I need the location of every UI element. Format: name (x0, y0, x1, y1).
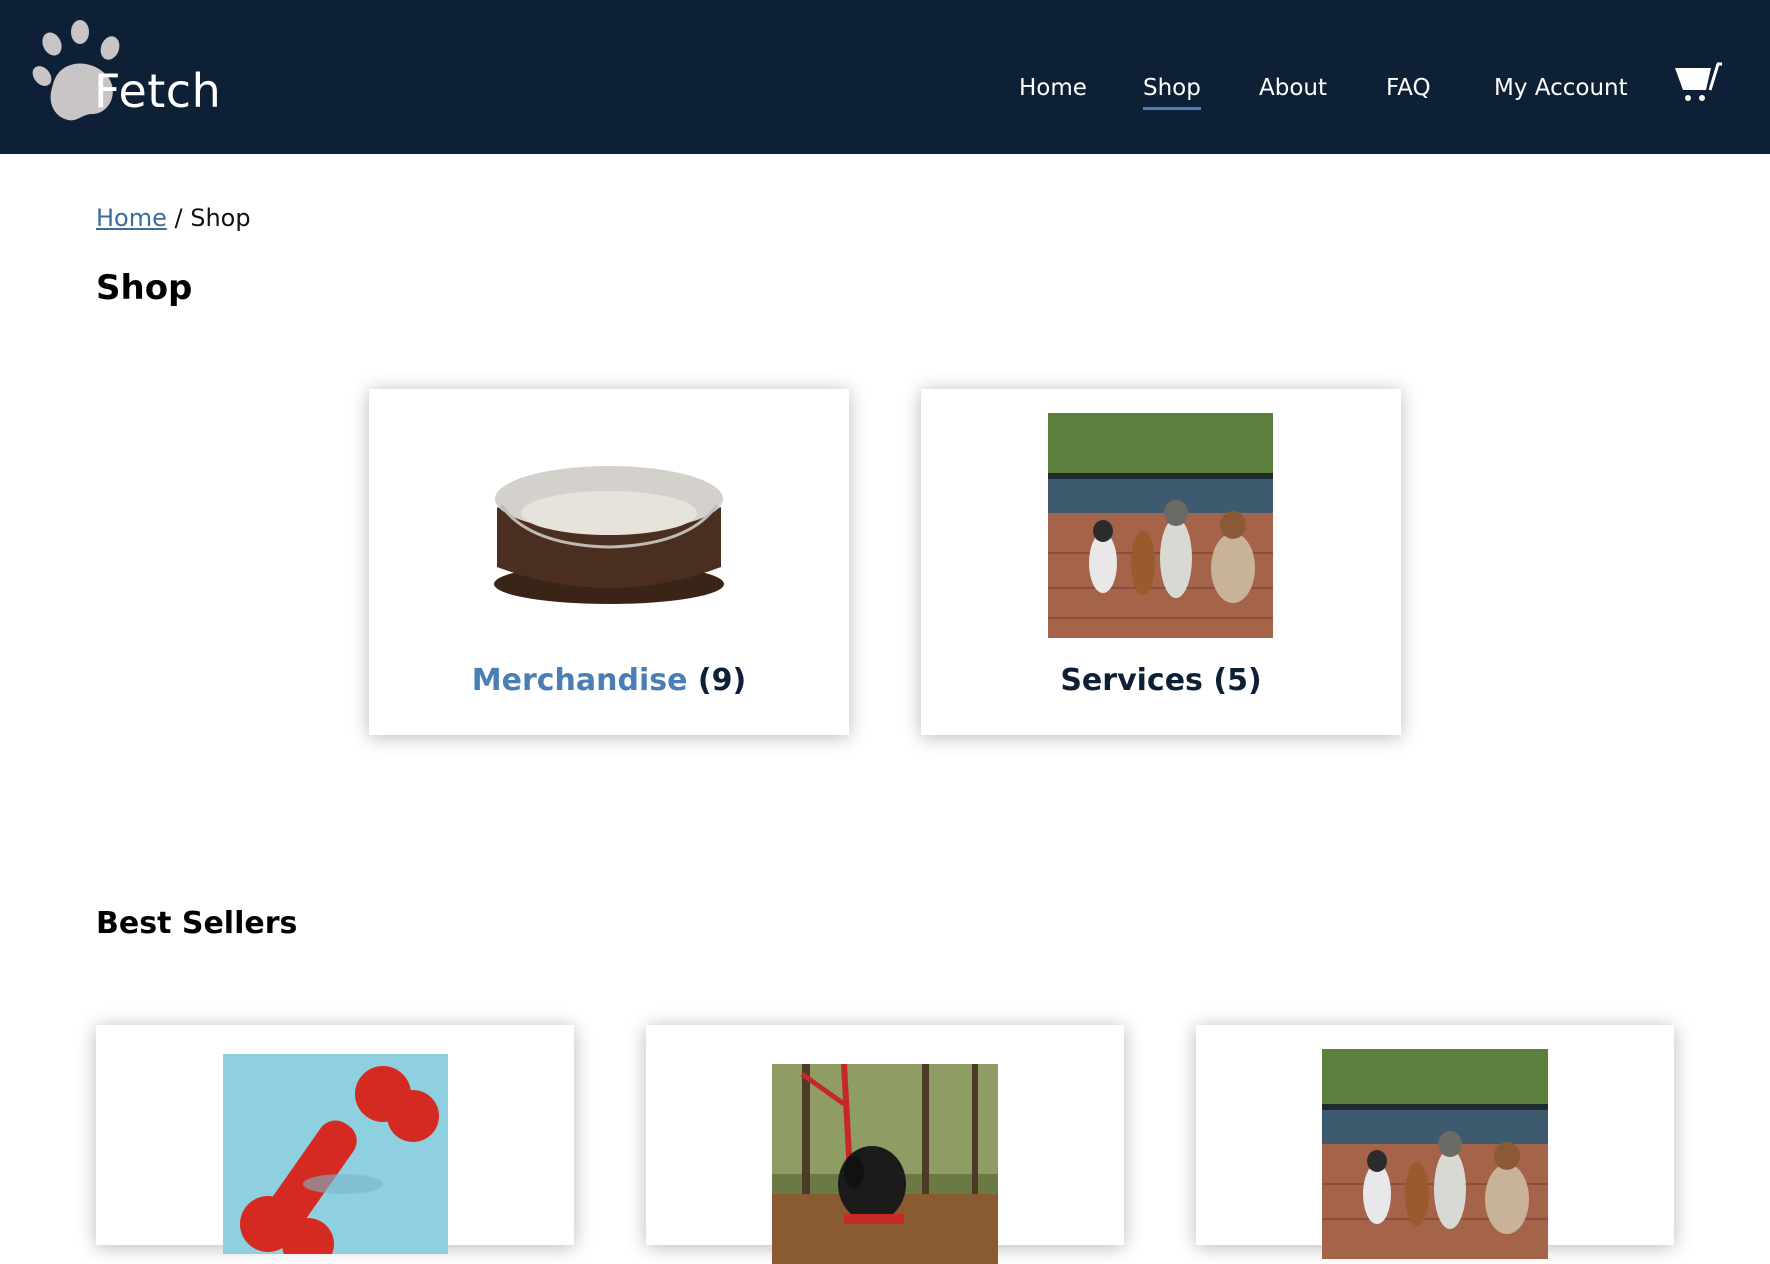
nav-about[interactable]: About (1259, 70, 1327, 106)
best-sellers-title: Best Sellers (96, 906, 298, 941)
category-count: (9) (697, 663, 747, 698)
black-dog-leash-photo (772, 1064, 998, 1264)
dog-bed-image (489, 459, 729, 609)
dog-walking-photo (1322, 1049, 1548, 1259)
nav-home[interactable]: Home (1019, 70, 1087, 106)
logo-link[interactable]: Fetch (30, 18, 230, 128)
breadcrumb-separator: / (166, 204, 191, 232)
nav-shop[interactable]: Shop (1143, 70, 1201, 110)
category-label: Merchandise (9) (369, 663, 849, 698)
category-label: Services (5) (921, 663, 1401, 698)
breadcrumb: Home / Shop (96, 204, 251, 232)
logo-text: Fetch (94, 64, 222, 118)
breadcrumb-current: Shop (190, 204, 251, 232)
dog-walking-photo (1048, 413, 1273, 638)
category-card-merchandise[interactable]: Merchandise (9) (369, 389, 849, 735)
category-name[interactable]: Services (1060, 663, 1203, 698)
red-bone-toy-image (223, 1054, 448, 1254)
best-seller-card[interactable] (96, 1025, 574, 1254)
site-header: Fetch Home Shop About FAQ My Account (0, 0, 1770, 154)
category-name[interactable]: Merchandise (472, 663, 688, 698)
cart-icon (1675, 62, 1722, 101)
category-count: (5) (1213, 663, 1262, 698)
cart-button[interactable] (1673, 60, 1723, 104)
nav-my-account[interactable]: My Account (1494, 70, 1628, 106)
best-seller-card[interactable] (646, 1025, 1124, 1264)
page-title: Shop (96, 268, 193, 308)
best-seller-card[interactable] (1196, 1025, 1674, 1259)
nav-faq[interactable]: FAQ (1386, 70, 1431, 106)
breadcrumb-home-link[interactable]: Home (96, 204, 167, 232)
category-card-services[interactable]: Services (5) (921, 389, 1401, 735)
